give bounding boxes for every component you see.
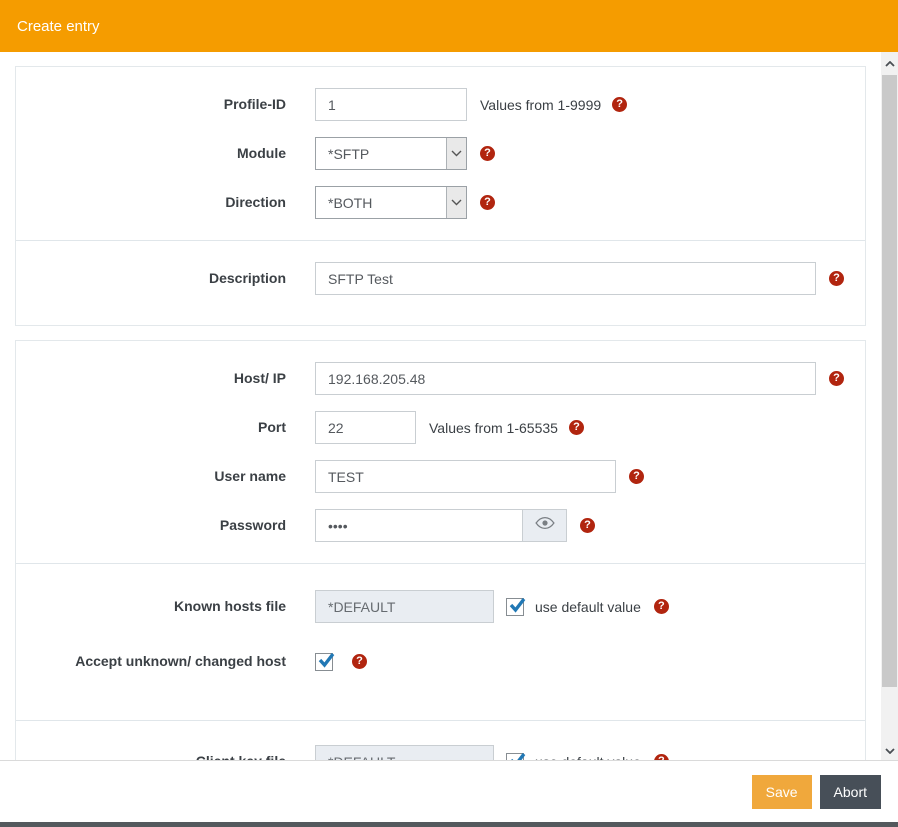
section-client-key: Client key file use default value ? Clie… — [16, 720, 865, 760]
description-label: Description — [16, 270, 286, 287]
scrollbar-thumb[interactable] — [882, 75, 897, 687]
vertical-scrollbar — [881, 52, 898, 760]
row-host: Host/ IP ? — [16, 362, 865, 395]
known-hosts-default-label: use default value — [535, 599, 641, 615]
help-icon[interactable]: ? — [629, 469, 644, 484]
known-hosts-label: Known hosts file — [16, 598, 286, 615]
user-name-label: User name — [16, 468, 286, 485]
show-password-button[interactable] — [523, 509, 567, 542]
section-known-hosts: Known hosts file use default value ? Acc… — [16, 563, 865, 720]
description-input[interactable] — [315, 262, 816, 295]
row-accept-unknown: Accept unknown/ changed host ? — [16, 645, 865, 678]
help-icon[interactable]: ? — [829, 371, 844, 386]
known-hosts-input — [315, 590, 494, 623]
create-entry-dialog: Create entry Profile-ID Values from 1-99… — [0, 0, 898, 827]
help-icon[interactable]: ? — [352, 654, 367, 669]
help-icon[interactable]: ? — [480, 146, 495, 161]
client-key-label: Client key file — [16, 753, 286, 760]
direction-select[interactable]: *BOTH — [315, 186, 467, 219]
help-icon[interactable]: ? — [612, 97, 627, 112]
chevron-down-icon — [885, 741, 895, 759]
eye-icon — [535, 516, 555, 535]
row-known-hosts: Known hosts file use default value ? — [16, 590, 865, 623]
row-profile-id: Profile-ID Values from 1-9999 ? — [16, 88, 865, 121]
row-direction: Direction *BOTH ? — [16, 186, 865, 219]
port-input[interactable] — [315, 411, 416, 444]
scroll-down-button[interactable] — [881, 741, 898, 758]
row-module: Module *SFTP ? — [16, 137, 865, 170]
known-hosts-default-checkbox[interactable] — [506, 598, 524, 616]
password-group — [315, 509, 567, 542]
bottom-border-bar — [0, 822, 898, 827]
port-hint: Values from 1-65535 — [429, 420, 558, 436]
help-icon[interactable]: ? — [569, 420, 584, 435]
dialog-title: Create entry — [17, 18, 100, 35]
row-user-name: User name ? — [16, 460, 865, 493]
module-select[interactable]: *SFTP — [315, 137, 467, 170]
profile-id-hint: Values from 1-9999 — [480, 97, 601, 113]
direction-selected-value: *BOTH — [316, 187, 446, 218]
row-client-key: Client key file use default value ? — [16, 745, 865, 760]
profile-id-input[interactable] — [315, 88, 467, 121]
accept-unknown-label: Accept unknown/ changed host — [16, 653, 286, 670]
host-input[interactable] — [315, 362, 816, 395]
client-key-input — [315, 745, 494, 760]
chevron-up-icon — [885, 54, 895, 72]
save-button[interactable]: Save — [752, 775, 812, 809]
row-password: Password ? — [16, 509, 865, 542]
help-icon[interactable]: ? — [654, 599, 669, 614]
password-label: Password — [16, 517, 286, 534]
panel-general: Profile-ID Values from 1-9999 ? Module *… — [15, 66, 866, 326]
panel-connection: Host/ IP ? Port Values from 1-65535 ? Us… — [15, 340, 866, 760]
section-profile: Profile-ID Values from 1-9999 ? Module *… — [16, 67, 865, 240]
help-icon[interactable]: ? — [580, 518, 595, 533]
password-input[interactable] — [315, 509, 523, 542]
abort-button[interactable]: Abort — [820, 775, 881, 809]
chevron-down-icon — [446, 138, 466, 169]
help-icon[interactable]: ? — [480, 195, 495, 210]
help-icon[interactable]: ? — [829, 271, 844, 286]
dialog-footer: Save Abort — [0, 760, 898, 822]
form-scroll-area: Profile-ID Values from 1-9999 ? Module *… — [0, 52, 881, 760]
module-label: Module — [16, 145, 286, 162]
module-selected-value: *SFTP — [316, 138, 446, 169]
chevron-down-icon — [446, 187, 466, 218]
port-label: Port — [16, 419, 286, 436]
profile-id-label: Profile-ID — [16, 96, 286, 113]
section-description: Description ? — [16, 240, 865, 325]
host-label: Host/ IP — [16, 370, 286, 387]
direction-label: Direction — [16, 194, 286, 211]
row-port: Port Values from 1-65535 ? — [16, 411, 865, 444]
accept-unknown-checkbox[interactable] — [315, 653, 333, 671]
section-host: Host/ IP ? Port Values from 1-65535 ? Us… — [16, 341, 865, 563]
client-key-default-checkbox[interactable] — [506, 753, 524, 761]
scroll-up-button[interactable] — [881, 54, 898, 71]
row-description: Description ? — [16, 262, 865, 295]
user-name-input[interactable] — [315, 460, 616, 493]
dialog-header: Create entry — [0, 0, 898, 52]
